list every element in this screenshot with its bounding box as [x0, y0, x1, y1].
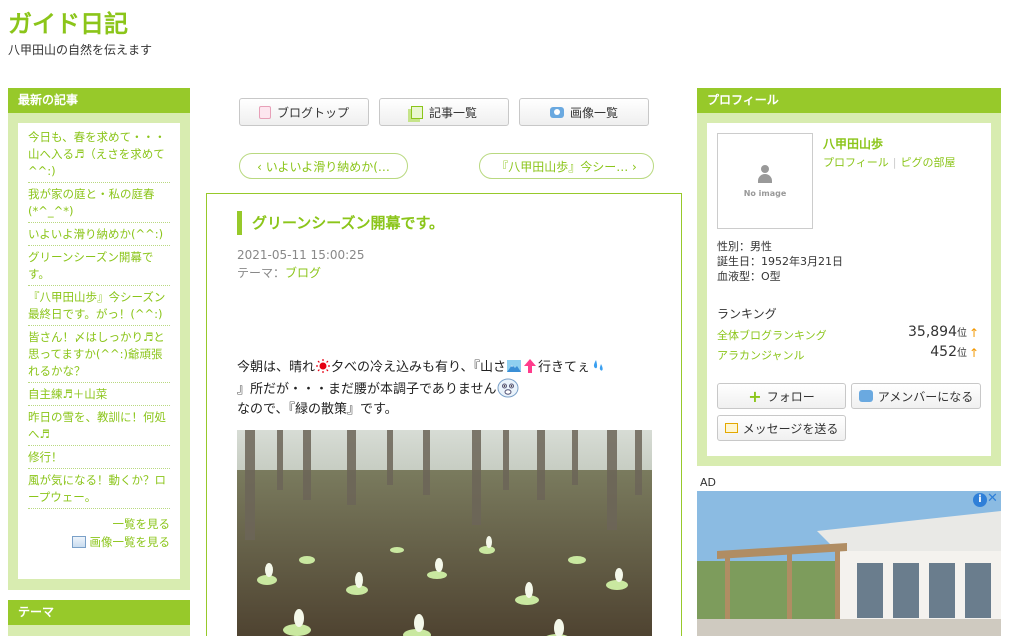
ad-banner[interactable]: i ✕: [697, 491, 1001, 636]
profile-name[interactable]: 八甲田山歩: [823, 135, 883, 152]
next-article-button[interactable]: 『八甲田山歩』今シー… ›: [479, 153, 654, 179]
list-item[interactable]: 皆さん！〆はしっかり♬と思ってますか(^^:)爺頑張れるかな？: [28, 326, 170, 383]
ranking-genre-link[interactable]: アラカンジャンル: [717, 349, 804, 362]
ad-image: [697, 491, 1001, 636]
link-separator: |: [892, 156, 897, 169]
article-list-label: 記事一覧: [428, 105, 477, 120]
article-date: 2021-05-11 15:00:25: [237, 248, 365, 262]
theme-heading: テーマ: [8, 600, 190, 625]
no-image-label: No image: [743, 188, 787, 198]
list-item[interactable]: 昨日の雪を、教訓に！何処へ♬: [28, 406, 170, 446]
birthday: 誕生日：1952年3月21日: [717, 255, 843, 268]
ranking-row-genre: アラカンジャンル 452位 ↑: [717, 344, 979, 363]
list-item[interactable]: いよいよ滑り納めか(^^:): [28, 223, 170, 246]
list-item[interactable]: グリーンシーズン開幕です。: [28, 246, 170, 286]
article-photo[interactable]: [237, 430, 652, 636]
camera-icon: [549, 106, 564, 118]
body-text-2: 』所だが・・・まだ腰が本調子でありません: [237, 382, 497, 397]
gender: 性別：男性: [717, 240, 772, 253]
profile-info: 性別：男性 誕生日：1952年3月21日 血液型：O型: [717, 239, 843, 284]
profile-box: プロフィール No image 八甲田山歩 プロフィール | ピグの部屋 性別：男性…: [697, 88, 1001, 466]
send-message-button[interactable]: メッセージを送る: [717, 415, 846, 441]
close-icon[interactable]: ✕: [987, 492, 999, 506]
blog-description: 八甲田山の自然を伝えます: [8, 43, 153, 57]
documents-icon: [410, 105, 423, 119]
rank-up-icon: ↑: [968, 346, 979, 360]
recent-links: 一覧を見る 画像一覧を見る: [28, 515, 170, 551]
sun-emoji-icon: [316, 359, 331, 373]
ad-choices-icon[interactable]: i: [973, 493, 987, 507]
body-text-1a: 今朝は、晴れ: [237, 360, 316, 375]
blood-type: 血液型：O型: [717, 270, 781, 283]
recent-articles-box: 最新の記事 今日も、春を求めて・・・山へ入る♬（えさを求めて^^:) 我が家の庭…: [8, 88, 190, 590]
image-list-label: 画像一覧: [569, 105, 618, 120]
page-icon: [258, 105, 271, 119]
list-item[interactable]: 『八甲田山歩』今シーズン最終日です。がっ！(^^:): [28, 286, 170, 326]
amember-button[interactable]: アメンバーになる: [851, 383, 981, 409]
article-theme: テーマ：ブログ: [237, 264, 321, 281]
crying-face-emoji-icon: [497, 378, 519, 398]
article-body: 今朝は、晴れ 夕べの冷え込みも有り、『山さ 行きてぇ 』所だが・・・まだ腰が本調子で…: [237, 358, 657, 420]
ameba-icon: [858, 390, 873, 402]
list-item[interactable]: 修行！: [28, 446, 170, 469]
blog-top-label: ブログトップ: [276, 105, 349, 120]
ranking-overall-value: 35,894位: [908, 324, 967, 340]
theme-box: テーマ: [8, 600, 190, 636]
ranking-overall-link[interactable]: 全体ブログランキング: [717, 329, 827, 342]
list-item[interactable]: 風が気になる！動くか？ロープウェー。: [28, 469, 170, 509]
body-text-1c: 行きてぇ: [538, 360, 591, 375]
see-all-link[interactable]: 一覧を見る: [28, 515, 171, 533]
image-gallery-icon: [71, 536, 86, 548]
profile-panel: No image 八甲田山歩 プロフィール | ピグの部屋 性別：男性 誕生日：19…: [707, 123, 991, 456]
theme-link[interactable]: ブログ: [285, 266, 321, 280]
recent-articles-heading: 最新の記事: [8, 88, 190, 113]
mountain-emoji-icon: [507, 360, 521, 372]
profile-heading: プロフィール: [697, 88, 1001, 113]
rank-up-icon: ↑: [968, 326, 979, 340]
image-list-button[interactable]: 画像一覧: [519, 98, 649, 126]
see-images-link[interactable]: 画像一覧を見る: [28, 533, 170, 551]
blog-top-button[interactable]: ブログトップ: [239, 98, 369, 126]
ad-label: AD: [700, 476, 716, 489]
sweat-emoji-icon: [593, 360, 603, 371]
avatar[interactable]: No image: [717, 133, 813, 229]
profile-link[interactable]: プロフィール: [823, 156, 889, 169]
see-images-label: 画像一覧を見る: [89, 535, 171, 549]
list-item[interactable]: 自主練♬＋山菜: [28, 383, 170, 406]
up-arrow-emoji-icon: [524, 359, 536, 373]
send-message-label: メッセージを送る: [742, 421, 839, 436]
list-item[interactable]: 今日も、春を求めて・・・山へ入る♬（えさを求めて^^:): [28, 126, 170, 183]
follow-label: フォロー: [766, 389, 815, 404]
ranking-heading: ランキング: [717, 307, 777, 321]
recent-articles-list: 今日も、春を求めて・・・山へ入る♬（えさを求めて^^:) 我が家の庭と・私の庭春…: [18, 123, 180, 579]
pigg-room-link[interactable]: ピグの部屋: [901, 156, 956, 169]
body-text-3: なので、『緑の散策』です。: [237, 402, 398, 417]
person-icon: [757, 164, 773, 183]
profile-links: プロフィール | ピグの部屋: [823, 154, 956, 170]
follow-button[interactable]: + フォロー: [717, 383, 846, 409]
list-item[interactable]: 我が家の庭と・私の庭春(*^_^*): [28, 183, 170, 223]
ranking-row-overall: 全体ブログランキング 35,894位 ↑: [717, 324, 979, 343]
theme-label: テーマ：: [237, 266, 286, 280]
amember-label: アメンバーになる: [877, 389, 974, 404]
ranking-genre-value: 452位: [930, 344, 967, 360]
article-title[interactable]: グリーンシーズン開幕です。: [237, 211, 444, 235]
prev-article-button[interactable]: ‹ いよいよ滑り納めか(…: [239, 153, 408, 179]
mail-icon: [724, 423, 738, 433]
article: グリーンシーズン開幕です。 2021-05-11 15:00:25 テーマ：ブロ…: [206, 193, 682, 636]
body-text-1b: 夕べの冷え込みも有り、『山さ: [331, 360, 506, 375]
plus-icon: +: [748, 386, 762, 406]
article-list-button[interactable]: 記事一覧: [379, 98, 509, 126]
blog-title[interactable]: ガイド日記: [8, 4, 128, 39]
